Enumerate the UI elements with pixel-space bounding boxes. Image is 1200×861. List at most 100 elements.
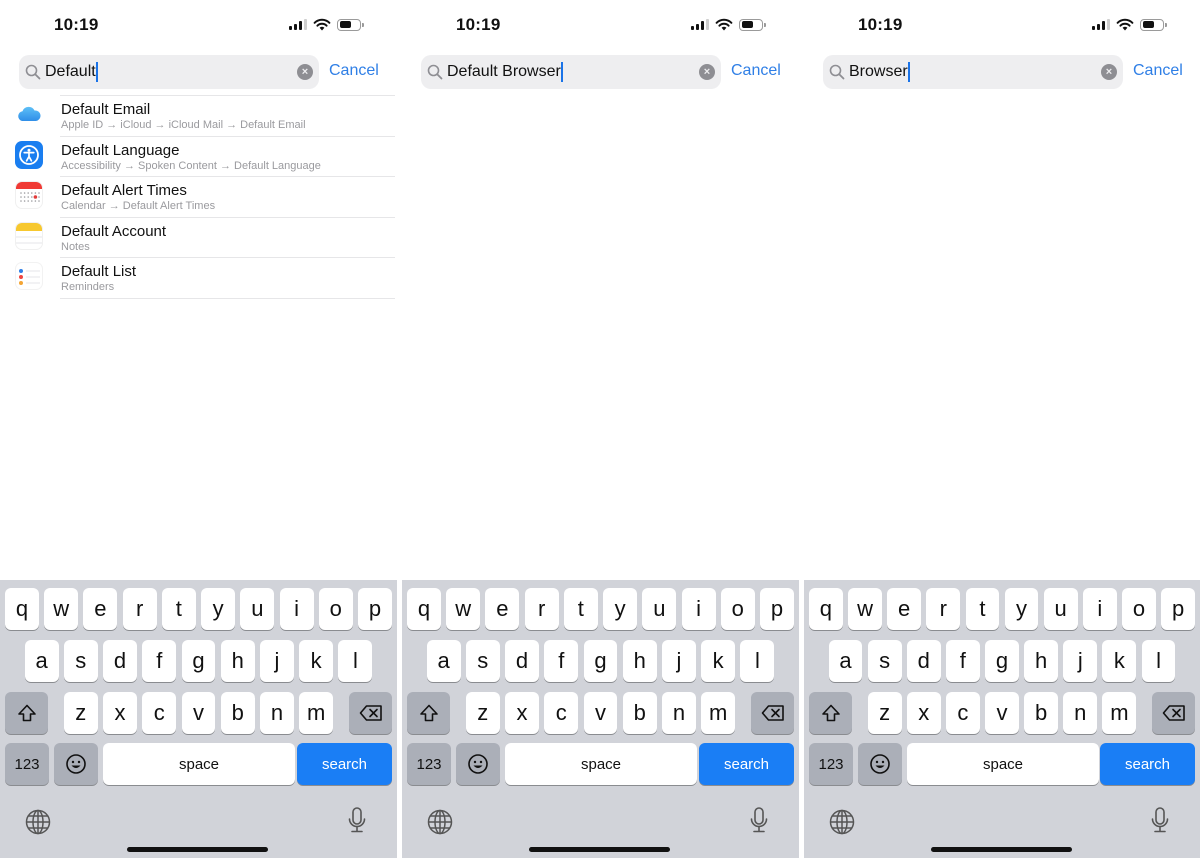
emoji-key[interactable] <box>54 743 98 785</box>
key-f[interactable]: f <box>544 640 579 682</box>
key-c[interactable]: c <box>544 692 579 734</box>
key-z[interactable]: z <box>465 692 500 734</box>
numbers-key[interactable]: 123 <box>407 743 451 785</box>
home-indicator[interactable] <box>931 847 1072 852</box>
key-d[interactable]: d <box>103 640 137 682</box>
key-z[interactable]: z <box>867 692 902 734</box>
key-b[interactable]: b <box>220 692 255 734</box>
search-result-item[interactable]: Default Language Accessibility → Spoken C… <box>0 135 397 177</box>
key-q[interactable]: q <box>407 588 441 630</box>
key-q[interactable]: q <box>809 588 843 630</box>
key-i[interactable]: i <box>1082 588 1117 630</box>
delete-key[interactable] <box>751 692 794 734</box>
key-z[interactable]: z <box>63 692 98 734</box>
space-key[interactable]: space <box>505 743 697 785</box>
key-x[interactable]: x <box>103 692 137 734</box>
delete-key[interactable] <box>349 692 392 734</box>
key-c[interactable]: c <box>945 692 980 734</box>
key-j[interactable]: j <box>259 640 294 682</box>
key-d[interactable]: d <box>505 640 539 682</box>
search-result-item[interactable]: Default Email Apple ID → iCloud → iCloud … <box>0 95 397 136</box>
key-e[interactable]: e <box>887 588 922 630</box>
key-e[interactable]: e <box>485 588 520 630</box>
key-t[interactable]: t <box>563 588 598 630</box>
key-j[interactable]: j <box>661 640 696 682</box>
search-key[interactable]: search <box>1100 743 1195 785</box>
key-g[interactable]: g <box>181 640 216 682</box>
shift-key[interactable] <box>5 692 48 734</box>
key-m[interactable]: m <box>299 692 334 734</box>
globe-icon[interactable] <box>24 808 52 841</box>
space-key[interactable]: space <box>103 743 295 785</box>
shift-key[interactable] <box>407 692 450 734</box>
key-w[interactable]: w <box>446 588 481 630</box>
space-key[interactable]: space <box>907 743 1099 785</box>
emoji-key[interactable] <box>858 743 902 785</box>
key-o[interactable]: o <box>1122 588 1156 630</box>
key-o[interactable]: o <box>720 588 755 630</box>
key-y[interactable]: y <box>603 588 638 630</box>
key-t[interactable]: t <box>965 588 1000 630</box>
key-n[interactable]: n <box>259 692 294 734</box>
globe-icon[interactable] <box>828 808 856 841</box>
key-v[interactable]: v <box>985 692 1019 734</box>
search-key[interactable]: search <box>699 743 794 785</box>
key-h[interactable]: h <box>622 640 657 682</box>
microphone-icon[interactable] <box>1150 806 1170 841</box>
key-i[interactable]: i <box>279 588 314 630</box>
emoji-key[interactable] <box>456 743 500 785</box>
key-k[interactable]: k <box>299 640 334 682</box>
key-t[interactable]: t <box>161 588 196 630</box>
search-result-item[interactable]: Default Account Notes <box>0 216 397 258</box>
key-w[interactable]: w <box>44 588 79 630</box>
key-b[interactable]: b <box>622 692 657 734</box>
key-o[interactable]: o <box>318 588 353 630</box>
key-l[interactable]: l <box>740 640 775 682</box>
key-x[interactable]: x <box>906 692 941 734</box>
cancel-button[interactable]: Cancel <box>731 62 781 80</box>
search-key[interactable]: search <box>297 743 392 785</box>
numbers-key[interactable]: 123 <box>809 743 853 785</box>
key-h[interactable]: h <box>1024 640 1059 682</box>
key-e[interactable]: e <box>83 588 118 630</box>
key-p[interactable]: p <box>358 588 392 630</box>
key-q[interactable]: q <box>5 588 39 630</box>
clear-text-icon[interactable]: × <box>297 64 313 80</box>
key-k[interactable]: k <box>701 640 736 682</box>
key-r[interactable]: r <box>926 588 961 630</box>
key-g[interactable]: g <box>583 640 618 682</box>
key-h[interactable]: h <box>220 640 255 682</box>
key-j[interactable]: j <box>1063 640 1098 682</box>
home-indicator[interactable] <box>529 847 670 852</box>
globe-icon[interactable] <box>426 808 454 841</box>
key-l[interactable]: l <box>1141 640 1176 682</box>
cancel-button[interactable]: Cancel <box>329 62 379 80</box>
key-m[interactable]: m <box>701 692 736 734</box>
key-a[interactable]: a <box>426 640 461 682</box>
home-indicator[interactable] <box>127 847 268 852</box>
cancel-button[interactable]: Cancel <box>1133 62 1183 80</box>
clear-text-icon[interactable]: × <box>1101 64 1117 80</box>
key-d[interactable]: d <box>906 640 941 682</box>
key-i[interactable]: i <box>681 588 716 630</box>
key-a[interactable]: a <box>24 640 59 682</box>
key-x[interactable]: x <box>505 692 539 734</box>
key-a[interactable]: a <box>828 640 863 682</box>
key-p[interactable]: p <box>1161 588 1195 630</box>
key-f[interactable]: f <box>945 640 980 682</box>
search-input[interactable]: Default × <box>19 55 319 89</box>
key-y[interactable]: y <box>1004 588 1039 630</box>
key-n[interactable]: n <box>1063 692 1098 734</box>
key-k[interactable]: k <box>1102 640 1137 682</box>
key-s[interactable]: s <box>867 640 902 682</box>
key-l[interactable]: l <box>338 640 373 682</box>
key-u[interactable]: u <box>240 588 275 630</box>
key-b[interactable]: b <box>1024 692 1059 734</box>
delete-key[interactable] <box>1152 692 1195 734</box>
key-w[interactable]: w <box>848 588 882 630</box>
numbers-key[interactable]: 123 <box>5 743 49 785</box>
microphone-icon[interactable] <box>347 806 367 841</box>
key-s[interactable]: s <box>63 640 98 682</box>
key-r[interactable]: r <box>122 588 157 630</box>
key-f[interactable]: f <box>142 640 177 682</box>
